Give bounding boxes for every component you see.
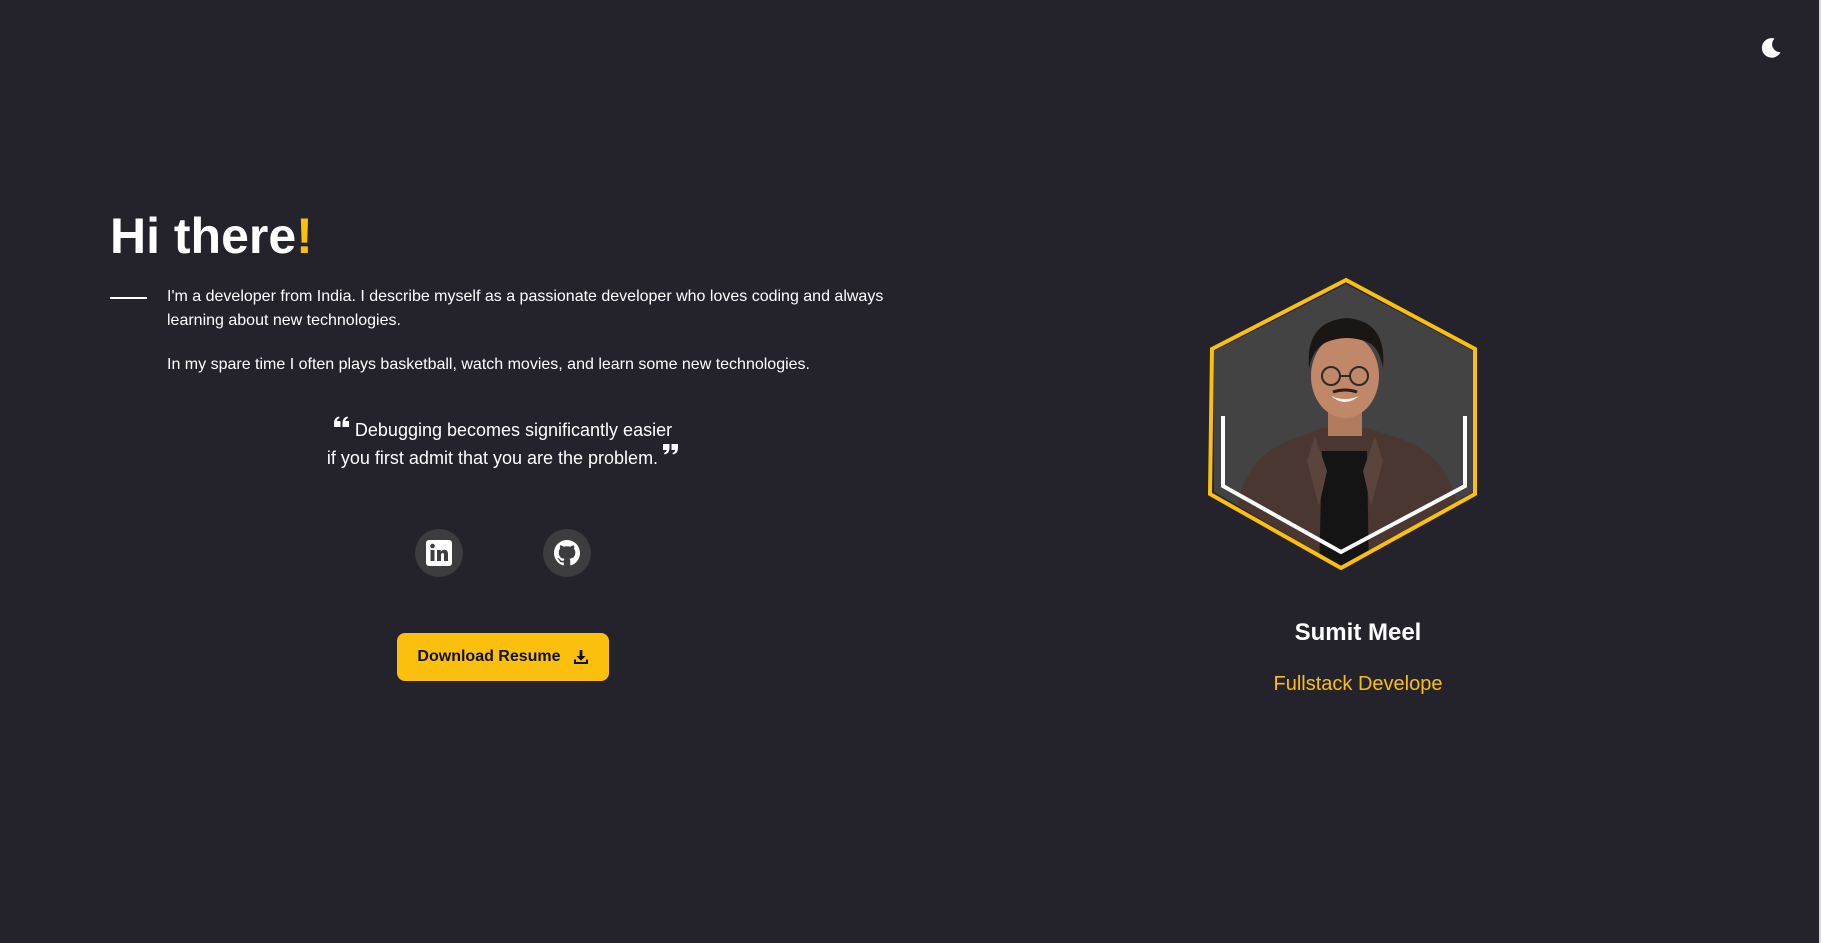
profile-role: Fullstack Develope — [1273, 673, 1443, 695]
download-icon — [573, 650, 588, 664]
greeting-text: Hi there — [110, 208, 297, 264]
spare-time-paragraph: In my spare time I often plays basketbal… — [167, 356, 810, 373]
profile-name: Sumit Meel — [1294, 619, 1422, 646]
download-resume-button[interactable]: Download Resume — [397, 633, 609, 681]
portfolio-hero-page: Hi there! I'm a developer from India. I … — [0, 0, 1821, 943]
intro-divider — [110, 297, 147, 299]
profile-avatar — [1207, 276, 1479, 571]
linkedin-link[interactable] — [415, 529, 463, 577]
profile-photo — [1207, 277, 1477, 571]
greeting-exclamation: ! — [296, 208, 313, 264]
quote-right-icon — [663, 444, 679, 458]
github-link[interactable] — [543, 529, 591, 577]
linkedin-icon — [426, 540, 452, 566]
quote-block: Debugging becomes significantly easier i… — [300, 416, 706, 472]
moon-icon — [1761, 38, 1781, 58]
intro-paragraph: I'm a developer from India. I describe m… — [167, 288, 884, 329]
quote-left-icon — [333, 416, 350, 430]
quote-line-1: Debugging becomes significantly easier — [354, 420, 673, 440]
theme-toggle-button[interactable] — [1759, 36, 1783, 60]
quote-line-2: if you first admit that you are the prob… — [326, 448, 659, 468]
github-icon — [554, 540, 580, 566]
greeting-heading: Hi there! — [110, 206, 313, 266]
download-resume-label: Download Resume — [417, 648, 561, 665]
